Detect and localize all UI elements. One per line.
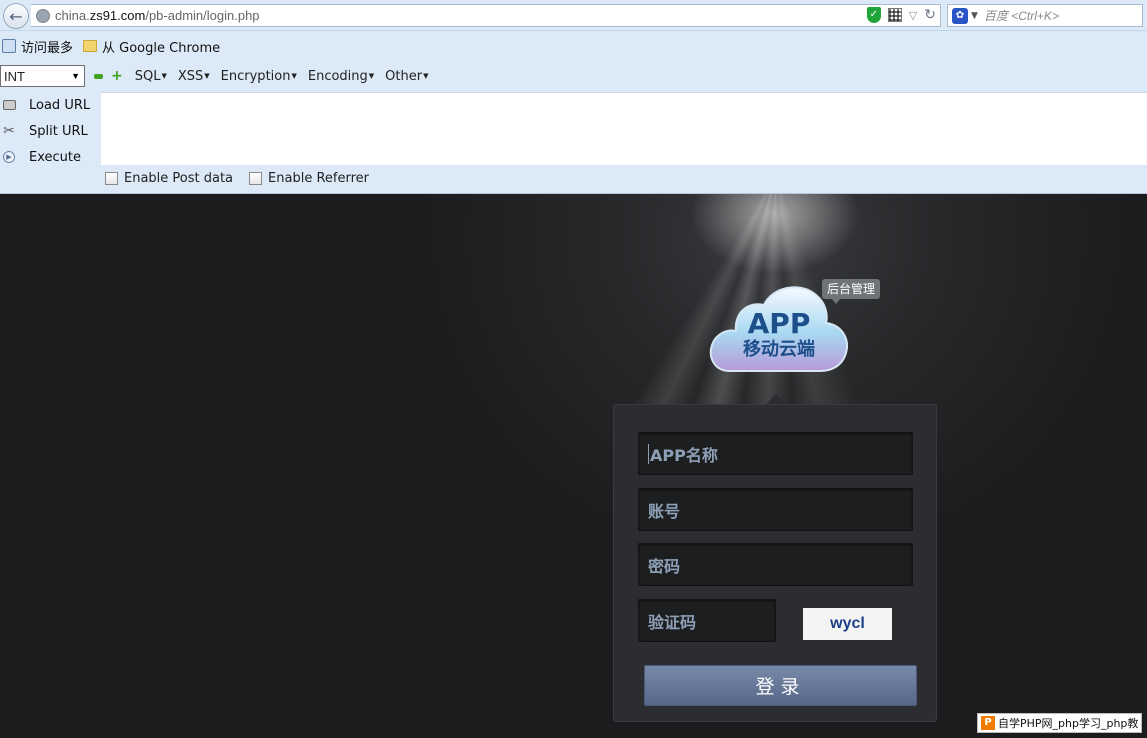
hackbar-toolbar: INT ▼ + SQL▼ XSS▼ Encryption▼ Encoding▼ … <box>0 61 1147 194</box>
execute-button[interactable]: ▶ Execute <box>0 144 100 170</box>
login-button[interactable]: 登录 <box>644 665 917 706</box>
back-button[interactable]: ← <box>3 3 29 29</box>
menu-other[interactable]: Other▼ <box>385 69 428 84</box>
php-logo-icon: P <box>981 716 995 730</box>
address-text: china.zs91.com/pb-admin/login.php <box>55 8 260 23</box>
chevron-down-icon: ▼ <box>71 71 80 81</box>
folder-icon <box>83 40 98 52</box>
bookmark-most-visited[interactable]: 访问最多 <box>2 37 73 56</box>
logo-subtitle: 移动云端 <box>743 338 815 360</box>
menu-encryption[interactable]: Encryption▼ <box>221 69 297 84</box>
type-select[interactable]: INT ▼ <box>0 65 85 87</box>
search-placeholder: 百度 <Ctrl+K> <box>983 9 1059 23</box>
most-visited-icon <box>2 39 16 53</box>
enable-post-data-checkbox[interactable]: Enable Post data <box>105 171 233 186</box>
globe-icon <box>36 8 50 23</box>
load-url-button[interactable]: Load URL <box>0 92 100 118</box>
logo-title: APP <box>748 307 811 340</box>
chevron-down-icon[interactable]: ▼ <box>971 11 978 21</box>
load-url-icon <box>2 100 16 110</box>
menu-encoding[interactable]: Encoding▼ <box>308 69 374 84</box>
login-page: APP 移动云端 后台管理 APP名称 账号 密码 验证码 wycl 登录 <box>0 194 1147 738</box>
decrease-icon[interactable] <box>94 73 103 79</box>
captcha-image[interactable]: wycl <box>803 608 892 640</box>
password-input[interactable]: 密码 <box>638 543 913 586</box>
increase-icon[interactable]: + <box>111 69 123 83</box>
login-panel: APP名称 账号 密码 验证码 wycl 登录 <box>613 404 937 722</box>
enable-referrer-checkbox[interactable]: Enable Referrer <box>249 171 369 186</box>
menu-xss[interactable]: XSS▼ <box>178 69 210 84</box>
url-textarea[interactable] <box>101 92 1147 165</box>
search-field[interactable]: ✿ ▼ 百度 <Ctrl+K> <box>947 4 1143 27</box>
bookmarks-bar: 访问最多 从 Google Chrome <box>0 31 1147 61</box>
site-watermark: P 自学PHP网_php学习_php教 <box>977 713 1142 733</box>
history-dropdown-icon[interactable]: ▽ <box>909 9 917 22</box>
reload-icon[interactable]: ↻ <box>924 7 936 23</box>
address-field[interactable]: china.zs91.com/pb-admin/login.php ✓ ▽ ↻ <box>31 4 941 27</box>
split-url-button[interactable]: ✂ Split URL <box>0 118 100 144</box>
bookmark-from-chrome[interactable]: 从 Google Chrome <box>83 37 220 56</box>
back-arrow-icon: ← <box>9 6 23 26</box>
admin-badge: 后台管理 <box>822 279 881 304</box>
menu-sql[interactable]: SQL▼ <box>135 69 167 84</box>
play-icon: ▶ <box>3 151 15 163</box>
captcha-input[interactable]: 验证码 <box>638 599 776 642</box>
scissors-icon: ✂ <box>3 123 15 139</box>
text-cursor <box>648 443 649 464</box>
shield-icon[interactable]: ✓ <box>866 7 881 23</box>
app-name-input[interactable]: APP名称 <box>638 432 913 475</box>
baidu-paw-icon[interactable]: ✿ <box>952 7 968 24</box>
url-bar: ← china.zs91.com/pb-admin/login.php ✓ ▽ … <box>0 0 1147 31</box>
account-input[interactable]: 账号 <box>638 488 913 531</box>
qr-code-icon[interactable] <box>887 8 902 22</box>
